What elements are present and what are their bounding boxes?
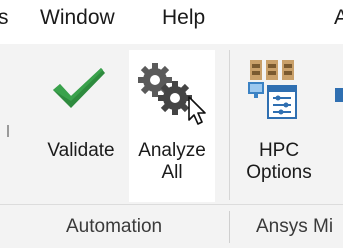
group-label-ansys: Ansys Mi	[256, 216, 334, 237]
menu-item-partial[interactable]: A	[334, 5, 343, 31]
hpc-icon	[246, 58, 308, 126]
ribbon-edge-mark	[6, 124, 10, 137]
menu-item-tools[interactable]: s	[0, 5, 9, 31]
checkmark-icon	[51, 64, 107, 112]
analyze-all-label: Analyze All	[138, 140, 206, 183]
hpc-options-label: HPC Options	[246, 140, 312, 183]
hpc-options-button[interactable]: HPC Options	[232, 50, 326, 202]
menu-item-help[interactable]: Help	[162, 5, 205, 31]
mouse-cursor-icon	[187, 96, 209, 126]
ribbon-group-labels: Automation Ansys Mi	[0, 204, 343, 248]
ribbon-panel: Validate Analyze All HPC Options	[0, 44, 343, 204]
menu-item-window[interactable]: Window	[40, 5, 115, 31]
validate-label: Validate	[47, 140, 115, 161]
group-separator	[229, 211, 230, 243]
group-separator	[229, 50, 230, 200]
analyze-all-button[interactable]: Analyze All	[129, 50, 215, 202]
partial-ribbon-icon	[334, 84, 343, 104]
validate-button[interactable]: Validate	[33, 50, 129, 202]
group-label-automation: Automation	[66, 216, 163, 237]
menu-bar: s Window Help A	[0, 0, 343, 44]
